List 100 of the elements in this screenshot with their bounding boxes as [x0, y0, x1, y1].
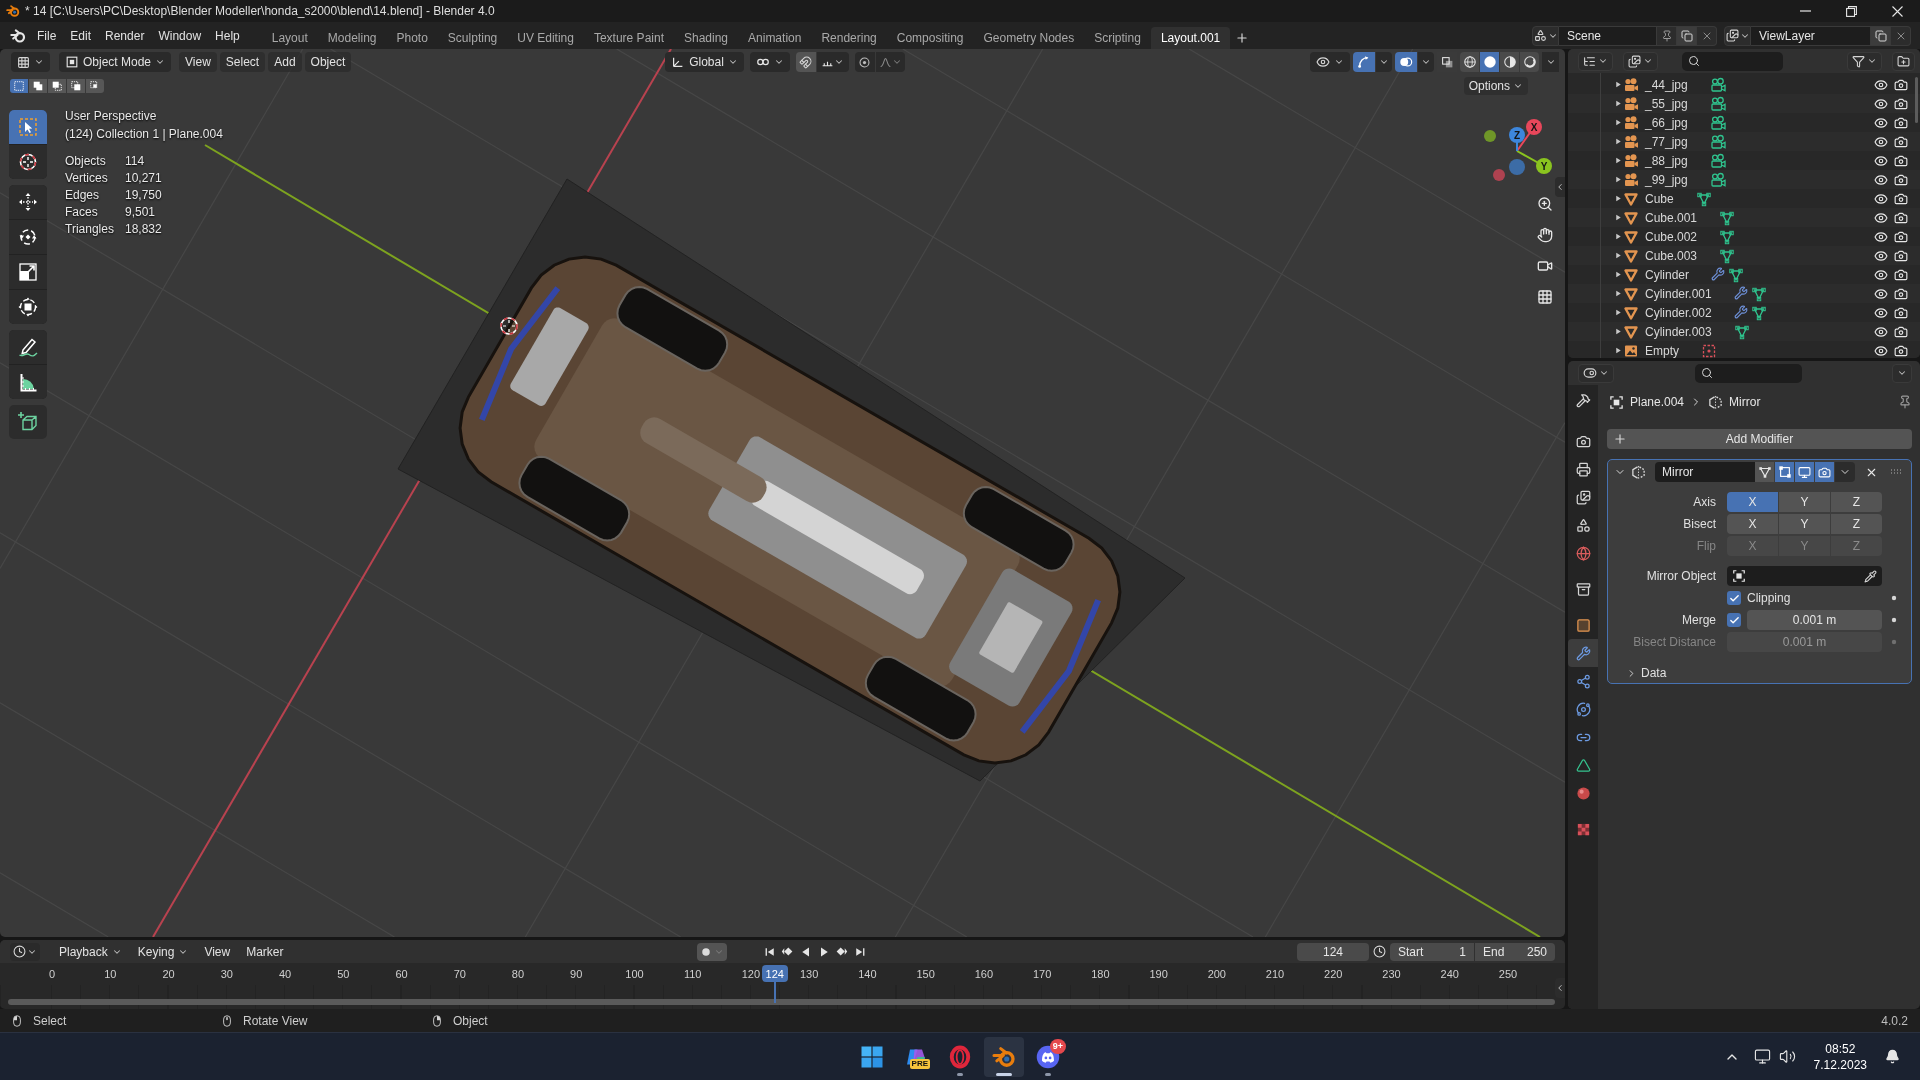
outliner-row[interactable]: _77_jpg: [1568, 132, 1920, 151]
add-modifier-button[interactable]: Add Modifier: [1607, 429, 1912, 449]
menu-item[interactable]: View: [199, 942, 236, 961]
menu-item[interactable]: Marker: [241, 942, 289, 961]
gizmo-axis-handle[interactable]: X: [1526, 119, 1542, 135]
tool-button[interactable]: [9, 330, 47, 364]
selection-mode-button[interactable]: [10, 79, 28, 93]
eye-icon[interactable]: [1874, 210, 1888, 225]
menu-item[interactable]: View: [179, 52, 217, 72]
expand-arrow-icon[interactable]: [1614, 308, 1623, 317]
expand-arrow-icon[interactable]: [1614, 346, 1623, 355]
taskbar-app-button[interactable]: PRE: [896, 1036, 936, 1077]
start-frame-field[interactable]: Start 1: [1390, 942, 1474, 961]
gizmo-axis-handle[interactable]: Y: [1536, 158, 1552, 174]
axis-toggle-button[interactable]: X: [1727, 492, 1778, 512]
modifier-menu-button[interactable]: [1835, 462, 1855, 482]
outliner-row[interactable]: Cylinder.003: [1568, 322, 1920, 341]
camera-icon[interactable]: [1894, 305, 1908, 320]
camera-icon[interactable]: [1894, 286, 1908, 301]
eye-icon[interactable]: [1874, 229, 1888, 244]
menu-item[interactable]: Playback: [54, 942, 127, 961]
view-layer-dropdown[interactable]: [1623, 51, 1658, 71]
expand-arrow-icon[interactable]: [1614, 251, 1623, 260]
data-subpanel-header[interactable]: Data: [1614, 663, 1905, 683]
workspace-tab[interactable]: Texture Paint: [583, 27, 674, 49]
taskbar-app-button[interactable]: [984, 1036, 1024, 1077]
tool-button[interactable]: [9, 145, 47, 179]
menu-item[interactable]: Object: [304, 52, 352, 72]
gizmo-axis-dot-icon[interactable]: [1509, 159, 1525, 175]
camera-icon[interactable]: [1894, 191, 1908, 206]
mode-dropdown[interactable]: Object Mode: [59, 52, 172, 72]
axis-toggle-button[interactable]: Z: [1831, 514, 1882, 534]
end-frame-field[interactable]: End 250: [1475, 942, 1555, 961]
view-layer-name-field[interactable]: ViewLayer: [1751, 25, 1871, 46]
camera-icon[interactable]: [1894, 115, 1908, 130]
expand-arrow-icon[interactable]: [1614, 270, 1623, 279]
proportional-toggle[interactable]: [854, 52, 875, 72]
gizmo-axis-handle[interactable]: Z: [1509, 127, 1525, 143]
workspace-tab[interactable]: Geometry Nodes: [973, 27, 1085, 49]
camera-icon[interactable]: [1894, 172, 1908, 187]
eye-icon[interactable]: [1874, 96, 1888, 111]
shading-mode-button[interactable]: [1480, 52, 1499, 72]
camera-icon[interactable]: [1894, 267, 1908, 282]
current-frame-field[interactable]: 124: [1297, 942, 1369, 961]
outliner-row[interactable]: _99_jpg: [1568, 170, 1920, 189]
falloff-dropdown[interactable]: [875, 52, 905, 72]
snap-toggle[interactable]: [795, 52, 816, 72]
tool-button[interactable]: [9, 185, 47, 219]
search-field[interactable]: [1695, 363, 1802, 383]
menu-item[interactable]: Add: [268, 52, 302, 72]
menu-item[interactable]: Select: [219, 52, 266, 72]
outliner-row[interactable]: Cube.001: [1568, 208, 1920, 227]
editor-type-button[interactable]: [1578, 363, 1614, 383]
menu-item[interactable]: Render: [98, 24, 152, 47]
modifier-toggle[interactable]: [1795, 462, 1814, 482]
shading-mode-button[interactable]: [1500, 52, 1519, 72]
copy-button[interactable]: [1871, 25, 1891, 46]
clock-time[interactable]: 08:52: [1825, 1040, 1856, 1057]
menu-item[interactable]: File: [30, 24, 64, 47]
camera-icon[interactable]: [1894, 248, 1908, 263]
axis-toggle-button[interactable]: X: [1727, 514, 1778, 534]
camera-icon[interactable]: [1894, 153, 1908, 168]
camera-icon[interactable]: [1894, 229, 1908, 244]
workspace-tab[interactable]: Sculpting: [437, 27, 508, 49]
snap-target-dropdown[interactable]: [816, 52, 849, 72]
editor-type-button[interactable]: [10, 942, 40, 961]
axis-toggle-button[interactable]: Y: [1779, 514, 1830, 534]
workspace-tab[interactable]: Photo: [386, 27, 438, 49]
merge-distance-field[interactable]: 0.001 m: [1747, 610, 1882, 630]
workspace-tab[interactable]: UV Editing: [507, 27, 584, 49]
expand-arrow-icon[interactable]: [1614, 137, 1623, 146]
new-collection-button[interactable]: [1892, 51, 1915, 71]
scene-browse-button[interactable]: [1532, 25, 1559, 46]
expand-arrow-icon[interactable]: [1614, 80, 1623, 89]
camera-icon[interactable]: [1894, 324, 1908, 339]
modifier-toggle[interactable]: [1815, 462, 1834, 482]
display-mode-dropdown[interactable]: [1578, 51, 1613, 71]
eye-icon[interactable]: [1874, 267, 1888, 282]
menu-item[interactable]: Help: [208, 24, 247, 47]
view-layer-browse-button[interactable]: [1724, 25, 1751, 46]
pivot-dropdown[interactable]: [749, 52, 790, 72]
overlays-toggle[interactable]: [1395, 52, 1417, 72]
decorator-dot-icon[interactable]: [1890, 617, 1897, 623]
tool-button[interactable]: [9, 365, 47, 399]
expand-arrow-icon[interactable]: [1614, 175, 1623, 184]
outliner-row[interactable]: Cylinder.001: [1568, 284, 1920, 303]
playhead-handle[interactable]: 124: [761, 965, 788, 982]
eye-icon[interactable]: [1874, 172, 1888, 187]
remove-button[interactable]: [1891, 25, 1911, 46]
selection-mode-button[interactable]: [67, 79, 85, 93]
mirror-object-field[interactable]: [1727, 566, 1882, 586]
editor-type-button[interactable]: [11, 52, 50, 72]
modifier-toggle[interactable]: [1755, 462, 1774, 482]
shading-mode-button[interactable]: [1460, 52, 1479, 72]
expand-arrow-icon[interactable]: [1614, 118, 1623, 127]
menu-item[interactable]: Edit: [63, 24, 99, 47]
eye-icon[interactable]: [1874, 305, 1888, 320]
options-dropdown[interactable]: Options: [1463, 77, 1528, 95]
tool-button[interactable]: [9, 405, 47, 439]
selectability-dropdown[interactable]: [1310, 52, 1350, 72]
